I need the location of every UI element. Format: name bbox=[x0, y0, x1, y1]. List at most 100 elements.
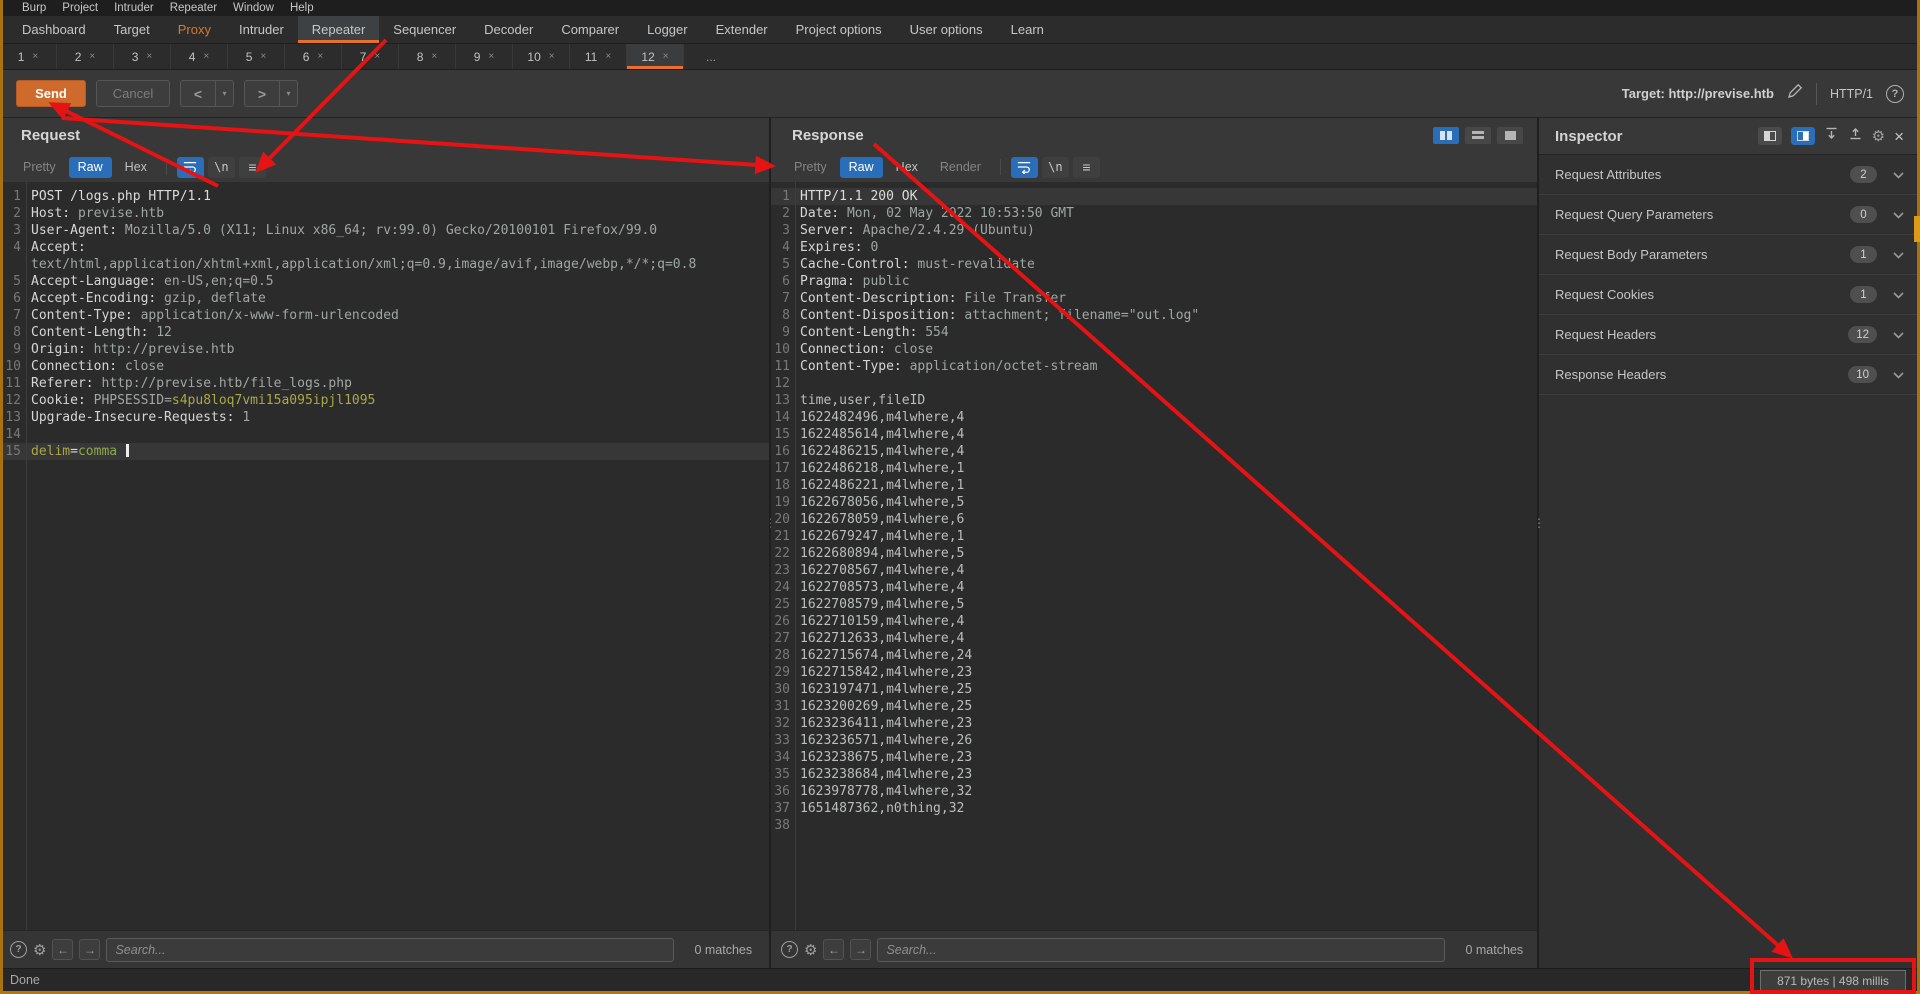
tab-overflow-menu[interactable]: ... bbox=[684, 44, 716, 69]
repeater-tab-12[interactable]: 12× bbox=[627, 44, 684, 69]
tab-repeater[interactable]: Repeater bbox=[298, 16, 379, 43]
editor-line: 10Connection: close bbox=[771, 341, 1537, 358]
close-tab-icon[interactable]: × bbox=[605, 51, 611, 62]
send-button[interactable]: Send bbox=[16, 80, 86, 107]
repeater-tab-5[interactable]: 5× bbox=[228, 44, 285, 69]
tab-comparer[interactable]: Comparer bbox=[547, 16, 633, 43]
repeater-tab-9[interactable]: 9× bbox=[456, 44, 513, 69]
close-tab-icon[interactable]: × bbox=[549, 51, 555, 62]
search-help-icon[interactable]: ? bbox=[10, 941, 27, 958]
tab-logger[interactable]: Logger bbox=[633, 16, 701, 43]
repeater-tab-2[interactable]: 2× bbox=[57, 44, 114, 69]
tab-user-options[interactable]: User options bbox=[896, 16, 997, 43]
close-tab-icon[interactable]: × bbox=[146, 51, 152, 62]
close-tab-icon[interactable]: × bbox=[203, 51, 209, 62]
search-settings-icon[interactable]: ⚙ bbox=[804, 941, 817, 959]
inspector-section-request-attributes[interactable]: Request Attributes2 bbox=[1539, 155, 1920, 195]
search-prev-button[interactable]: ← bbox=[823, 939, 844, 960]
editor-menu-icon[interactable]: ≡ bbox=[239, 157, 266, 178]
editor-menu-icon[interactable]: ≡ bbox=[1073, 157, 1100, 178]
search-help-icon[interactable]: ? bbox=[781, 941, 798, 958]
response-inspector-divider[interactable]: ⋮ bbox=[1537, 118, 1539, 968]
close-tab-icon[interactable]: × bbox=[431, 51, 437, 62]
cancel-button[interactable]: Cancel bbox=[96, 80, 170, 107]
inspector-section-request-body-parameters[interactable]: Request Body Parameters1 bbox=[1539, 235, 1920, 275]
repeater-tab-6[interactable]: 6× bbox=[285, 44, 342, 69]
editor-line: 261622710159,m4lwhere,4 bbox=[771, 613, 1537, 630]
repeater-tab-8[interactable]: 8× bbox=[399, 44, 456, 69]
tab-decoder[interactable]: Decoder bbox=[470, 16, 547, 43]
inspector-section-request-headers[interactable]: Request Headers12 bbox=[1539, 315, 1920, 355]
request-search-input[interactable] bbox=[106, 938, 674, 962]
tab-proxy[interactable]: Proxy bbox=[164, 16, 225, 43]
inspector-settings-icon[interactable]: ⚙ bbox=[1872, 127, 1885, 145]
repeater-tab-11[interactable]: 11× bbox=[570, 44, 627, 69]
tab-sequencer[interactable]: Sequencer bbox=[379, 16, 470, 43]
tab-extender[interactable]: Extender bbox=[702, 16, 782, 43]
search-settings-icon[interactable]: ⚙ bbox=[33, 941, 46, 959]
repeater-tab-3[interactable]: 3× bbox=[114, 44, 171, 69]
close-tab-icon[interactable]: × bbox=[260, 51, 266, 62]
layout-columns-button[interactable] bbox=[1433, 127, 1459, 144]
layout-rows-button[interactable] bbox=[1465, 127, 1491, 144]
editor-line: 3User-Agent: Mozilla/5.0 (X11; Linux x86… bbox=[0, 222, 769, 239]
inspector-dock-right-button[interactable] bbox=[1791, 127, 1815, 145]
inspector-close-icon[interactable]: × bbox=[1894, 128, 1904, 145]
request-editor[interactable]: 1POST /logs.php HTTP/1.12Host: previse.h… bbox=[0, 182, 769, 930]
edit-target-icon[interactable] bbox=[1787, 83, 1803, 104]
history-forward-button[interactable]: > ▾ bbox=[244, 80, 298, 107]
collapse-all-icon[interactable] bbox=[1824, 126, 1839, 146]
tab-learn[interactable]: Learn bbox=[997, 16, 1058, 43]
response-editor[interactable]: 1HTTP/1.1 200 OK2Date: Mon, 02 May 2022 … bbox=[771, 182, 1537, 930]
close-tab-icon[interactable]: × bbox=[89, 51, 95, 62]
tab-dashboard[interactable]: Dashboard bbox=[8, 16, 100, 43]
inspector-section-request-cookies[interactable]: Request Cookies1 bbox=[1539, 275, 1920, 315]
tab-intruder[interactable]: Intruder bbox=[225, 16, 298, 43]
request-search-bar: ? ⚙ ← → 0 matches bbox=[0, 930, 769, 968]
repeater-tab-1[interactable]: 1× bbox=[0, 44, 57, 69]
selected-tab-underline bbox=[627, 66, 683, 69]
menu-item-project[interactable]: Project bbox=[54, 2, 106, 14]
history-back-button[interactable]: < ▾ bbox=[180, 80, 234, 107]
show-newlines-icon[interactable]: \n bbox=[208, 157, 235, 178]
view-tab-hex[interactable]: Hex bbox=[887, 157, 927, 178]
menu-item-window[interactable]: Window bbox=[225, 2, 282, 14]
inspector-section-response-headers[interactable]: Response Headers10 bbox=[1539, 355, 1920, 395]
view-tab-pretty[interactable]: Pretty bbox=[785, 157, 836, 178]
view-tab-hex[interactable]: Hex bbox=[116, 157, 156, 178]
view-tab-raw[interactable]: Raw bbox=[840, 157, 883, 178]
inspector-section-request-query-parameters[interactable]: Request Query Parameters0 bbox=[1539, 195, 1920, 235]
view-tab-raw[interactable]: Raw bbox=[69, 157, 112, 178]
repeater-tab-4[interactable]: 4× bbox=[171, 44, 228, 69]
menu-item-burp[interactable]: Burp bbox=[14, 2, 54, 14]
forward-dropdown-icon[interactable]: ▾ bbox=[280, 81, 297, 106]
expand-all-icon[interactable] bbox=[1848, 126, 1863, 146]
layout-single-button[interactable] bbox=[1497, 127, 1523, 144]
close-tab-icon[interactable]: × bbox=[317, 51, 323, 62]
help-icon[interactable]: ? bbox=[1886, 85, 1904, 103]
back-dropdown-icon[interactable]: ▾ bbox=[216, 81, 233, 106]
response-search-input[interactable] bbox=[877, 938, 1445, 962]
editor-line: 13Upgrade-Insecure-Requests: 1 bbox=[0, 409, 769, 426]
show-newlines-icon[interactable]: \n bbox=[1042, 157, 1069, 178]
close-tab-icon[interactable]: × bbox=[32, 51, 38, 62]
tab-target[interactable]: Target bbox=[100, 16, 164, 43]
view-tab-render[interactable]: Render bbox=[931, 157, 990, 178]
view-tab-pretty[interactable]: Pretty bbox=[14, 157, 65, 178]
close-tab-icon[interactable]: × bbox=[374, 51, 380, 62]
inspector-dock-left-button[interactable] bbox=[1758, 127, 1782, 145]
search-prev-button[interactable]: ← bbox=[52, 939, 73, 960]
search-next-button[interactable]: → bbox=[850, 939, 871, 960]
close-tab-icon[interactable]: × bbox=[663, 51, 669, 62]
menu-item-intruder[interactable]: Intruder bbox=[106, 2, 162, 14]
repeater-tab-7[interactable]: 7× bbox=[342, 44, 399, 69]
wrap-lines-icon[interactable] bbox=[177, 157, 204, 178]
repeater-tab-10[interactable]: 10× bbox=[513, 44, 570, 69]
line-number: 21 bbox=[771, 528, 795, 545]
menu-item-help[interactable]: Help bbox=[282, 2, 322, 14]
search-next-button[interactable]: → bbox=[79, 939, 100, 960]
wrap-lines-icon[interactable] bbox=[1011, 157, 1038, 178]
tab-project-options[interactable]: Project options bbox=[782, 16, 896, 43]
menu-item-repeater[interactable]: Repeater bbox=[162, 2, 225, 14]
close-tab-icon[interactable]: × bbox=[488, 51, 494, 62]
